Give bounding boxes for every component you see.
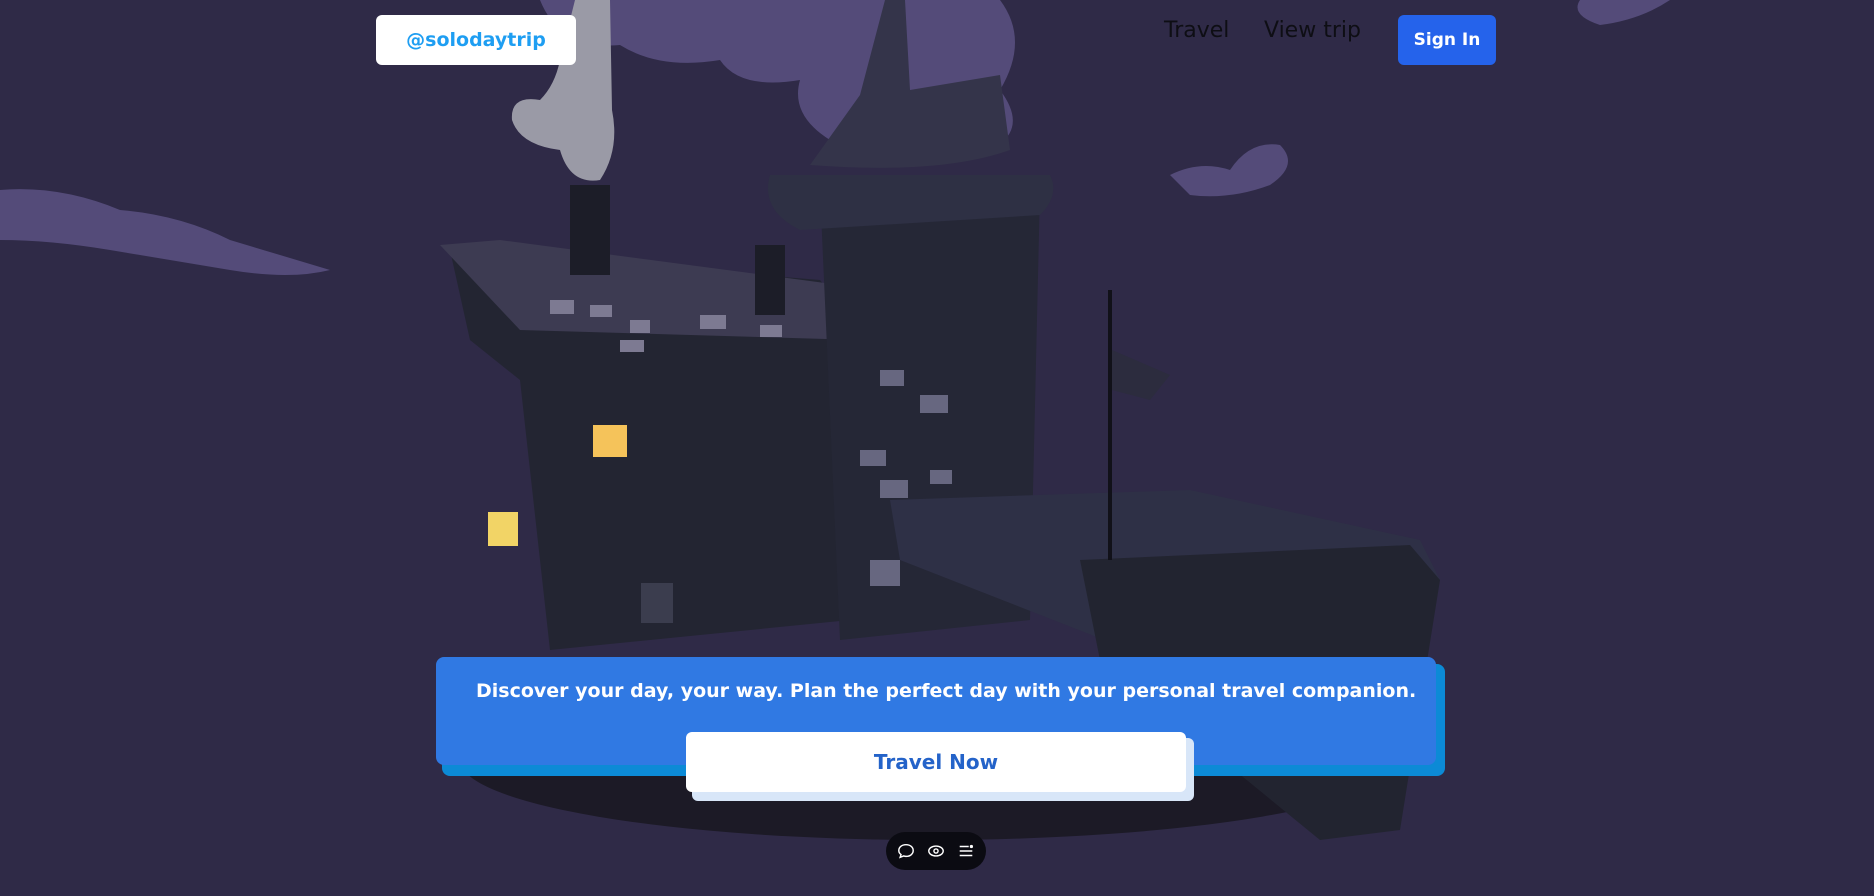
menu-list-icon[interactable] — [956, 841, 976, 861]
travel-now-button[interactable]: Travel Now — [686, 732, 1186, 792]
eye-icon[interactable] — [926, 841, 946, 861]
nav-link-travel[interactable]: Travel — [1164, 18, 1229, 43]
nav-link-view-trip[interactable]: View trip — [1264, 18, 1361, 43]
hero-tagline: Discover your day, your way. Plan the pe… — [476, 680, 1417, 702]
logo-button[interactable]: @solodaytrip — [376, 15, 576, 65]
sign-in-button[interactable]: Sign In — [1398, 15, 1496, 65]
comment-icon[interactable] — [896, 841, 916, 861]
bottom-toolbar — [886, 832, 986, 870]
